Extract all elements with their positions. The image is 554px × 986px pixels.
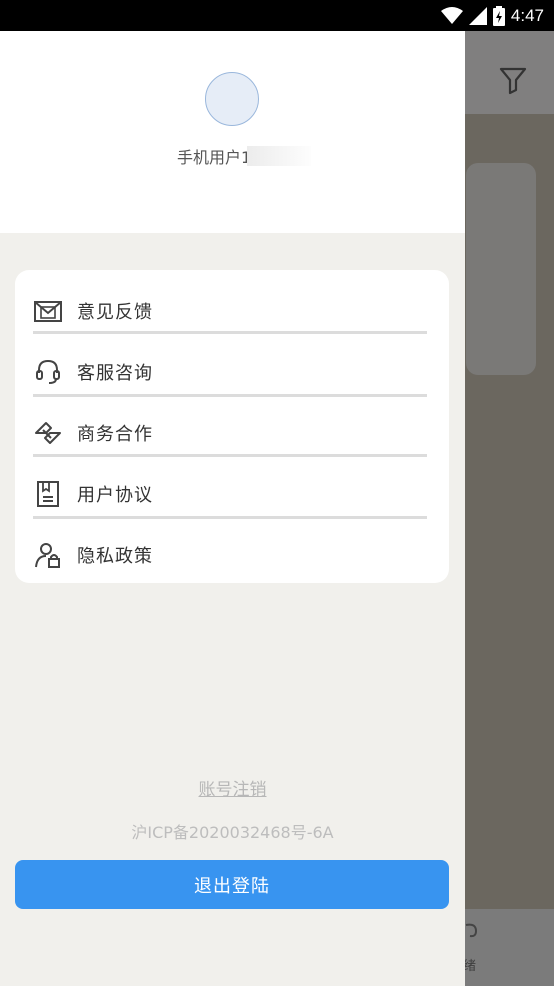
icp-record: 沪ICP备2020032468号-6A <box>131 823 334 842</box>
cancel-account-link[interactable]: 账号注销 <box>0 775 465 800</box>
refresh-icon[interactable] <box>464 921 478 939</box>
menu-item-label: 客服咨询 <box>77 363 153 384</box>
divider <box>33 454 427 457</box>
avatar[interactable] <box>205 72 259 126</box>
profile-header: 手机用户1 <box>0 31 465 233</box>
status-bar: 4:47 <box>0 0 554 31</box>
handshake-icon <box>33 418 63 448</box>
filter-icon[interactable] <box>496 63 530 97</box>
menu-card: 意见反馈 客服咨询 商务合作 用户协议 隐私政策 <box>15 270 449 583</box>
background-card <box>466 163 536 375</box>
menu-item-label: 商务合作 <box>77 424 153 445</box>
username-row: 手机用户1 <box>177 144 312 168</box>
battery-icon <box>492 5 505 26</box>
menu-item-privacy-policy[interactable]: 隐私政策 <box>33 524 427 586</box>
menu-item-label: 用户协议 <box>77 485 153 506</box>
menu-item-label: 意见反馈 <box>77 302 153 323</box>
username-mask <box>247 146 312 166</box>
status-time: 4:47 <box>510 5 544 25</box>
user-lock-icon <box>33 540 63 570</box>
divider <box>33 516 427 519</box>
wifi-icon <box>440 6 463 24</box>
mail-icon <box>33 296 63 326</box>
divider <box>33 394 427 397</box>
menu-item-label: 隐私政策 <box>77 546 153 567</box>
side-drawer: 手机用户1 意见反馈 客服咨询 商务合作 用户协议 隐私政策 账号注销 沪ICP… <box>0 31 465 986</box>
signal-icon <box>468 6 487 25</box>
divider <box>33 331 427 334</box>
headset-icon <box>33 357 63 387</box>
document-icon <box>33 479 63 509</box>
logout-button[interactable]: 退出登陆 <box>15 860 449 909</box>
username: 手机用户1 <box>177 148 252 167</box>
